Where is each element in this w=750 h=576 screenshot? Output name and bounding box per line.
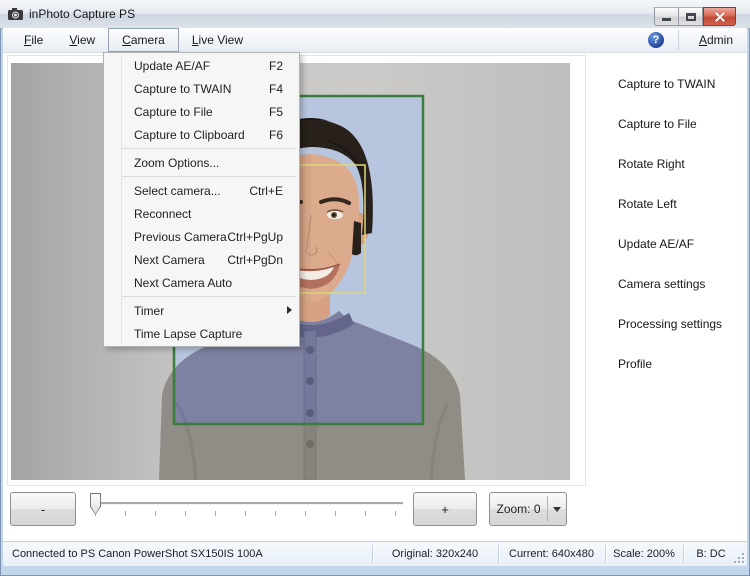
help-icon[interactable]: ? (648, 32, 664, 48)
menu-item-shortcut: F2 (269, 59, 283, 73)
dropdown-arrow-button[interactable] (548, 507, 566, 512)
menu-item-label: Reconnect (134, 207, 191, 221)
panel-button[interactable]: Rotate Right (600, 144, 746, 184)
camera-menu: Update AE/AF F2 Capture to TWAIN F4 Capt… (103, 52, 300, 347)
submenu-arrow-icon (287, 306, 292, 314)
menu-item-label: Capture to TWAIN (134, 82, 231, 96)
menu-separator (122, 296, 296, 297)
menu-item-label: Time Lapse Capture (134, 327, 242, 341)
current-size: Current: 640x480 (498, 542, 605, 566)
menu-item-label: Capture to File (134, 105, 213, 119)
slider-tick (245, 511, 246, 516)
camera-app-icon (8, 8, 23, 20)
menu-item[interactable]: Previous Camera Ctrl+PgUp (104, 225, 299, 248)
menu-item-shortcut: Ctrl+E (249, 184, 283, 198)
menu-item[interactable]: Update AE/AF F2 (104, 54, 299, 77)
window-title: inPhoto Capture PS (29, 7, 135, 21)
menu-item[interactable]: Next Camera Auto (104, 271, 299, 294)
menu-item[interactable]: Reconnect (104, 202, 299, 225)
close-button[interactable] (703, 7, 736, 26)
slider-tick (395, 511, 396, 516)
menu-item-shortcut: Ctrl+PgDn (227, 253, 283, 267)
menubar-items: File View Camera Live View (11, 28, 256, 52)
menu-item-shortcut: F6 (269, 128, 283, 142)
menubar-item-label: View (69, 33, 95, 47)
title-bar: inPhoto Capture PS (0, 0, 750, 29)
menu-item[interactable]: Select camera... Ctrl+E (104, 179, 299, 202)
minimize-button[interactable] (654, 7, 679, 26)
zoom-level-value: Zoom: 0 (490, 502, 547, 516)
menu-item-label: Previous Camera (134, 230, 227, 244)
panel-button[interactable]: Processing settings (600, 304, 746, 344)
menu-item-label: Zoom Options... (134, 156, 219, 170)
bits-value: B: DC (683, 542, 739, 566)
menu-item[interactable]: Timer (104, 299, 299, 322)
menu-item-label: Update AE/AF (134, 59, 210, 73)
connection-status: Connected to PS Canon PowerShot SX150IS … (12, 542, 263, 566)
menu-separator (122, 176, 296, 177)
menubar-item[interactable]: View (56, 28, 108, 52)
action-panel: Capture to TWAIN Capture to File Rotate … (600, 64, 746, 384)
slider-tick (185, 511, 186, 516)
client-area: File View Camera Live View ? (3, 28, 747, 566)
menu-item[interactable]: Capture to Clipboard F6 (104, 123, 299, 146)
app-window: inPhoto Capture PS File View (0, 0, 750, 576)
zoom-slider-track[interactable] (93, 502, 403, 505)
minimize-icon (662, 18, 671, 21)
menubar-item[interactable]: Camera (108, 28, 179, 52)
slider-tick (125, 511, 126, 516)
menu-item[interactable]: Next Camera Ctrl+PgDn (104, 248, 299, 271)
menubar-item-label: Camera (122, 33, 165, 47)
panel-button[interactable]: Rotate Left (600, 184, 746, 224)
status-bar: Connected to PS Canon PowerShot SX150IS … (3, 541, 747, 566)
menu-item-shortcut: F4 (269, 82, 283, 96)
menubar-right: ? Admin (648, 28, 739, 52)
admin-menu[interactable]: Admin (693, 33, 739, 47)
zoom-in-button[interactable]: + (413, 492, 477, 526)
menu-item-label: Next Camera (134, 253, 205, 267)
menubar-divider (678, 30, 679, 50)
menubar-item-label: Live View (192, 33, 243, 47)
menu-item-shortcut: F5 (269, 105, 283, 119)
menu-item-label: Select camera... (134, 184, 221, 198)
panel-button[interactable]: Capture to File (600, 104, 746, 144)
menu-separator (122, 148, 296, 149)
menu-item-label: Capture to Clipboard (134, 128, 245, 142)
slider-tick (215, 511, 216, 516)
slider-tick (305, 511, 306, 516)
menu-item-label: Timer (134, 304, 164, 318)
panel-button[interactable]: Update AE/AF (600, 224, 746, 264)
maximize-button[interactable] (679, 7, 703, 26)
menu-item-label: Next Camera Auto (134, 276, 232, 290)
zoom-out-button[interactable]: - (10, 492, 76, 526)
menu-item[interactable]: Time Lapse Capture (104, 322, 299, 345)
panel-button[interactable]: Profile (600, 344, 746, 384)
scale-value: Scale: 200% (605, 542, 683, 566)
slider-tick (365, 511, 366, 516)
zoom-level-dropdown[interactable]: Zoom: 0 (489, 492, 567, 526)
zoom-slider-ticks (95, 511, 396, 516)
resize-grip[interactable] (734, 553, 744, 563)
menu-bar: File View Camera Live View ? (3, 28, 747, 53)
panel-button[interactable]: Camera settings (600, 264, 746, 304)
menubar-item-label: File (24, 33, 43, 47)
chevron-down-icon (553, 507, 561, 512)
panel-button[interactable]: Capture to TWAIN (600, 64, 746, 104)
menu-item[interactable]: Capture to File F5 (104, 100, 299, 123)
slider-tick (275, 511, 276, 516)
close-icon (714, 11, 726, 23)
slider-tick (155, 511, 156, 516)
menu-item[interactable]: Zoom Options... (104, 151, 299, 174)
maximize-icon (686, 13, 696, 21)
caption-buttons (654, 7, 736, 26)
menu-item-shortcut: Ctrl+PgUp (227, 230, 283, 244)
menubar-item[interactable]: File (11, 28, 56, 52)
original-size: Original: 320x240 (372, 542, 498, 566)
menubar-item[interactable]: Live View (179, 28, 256, 52)
slider-tick (335, 511, 336, 516)
menu-item[interactable]: Capture to TWAIN F4 (104, 77, 299, 100)
